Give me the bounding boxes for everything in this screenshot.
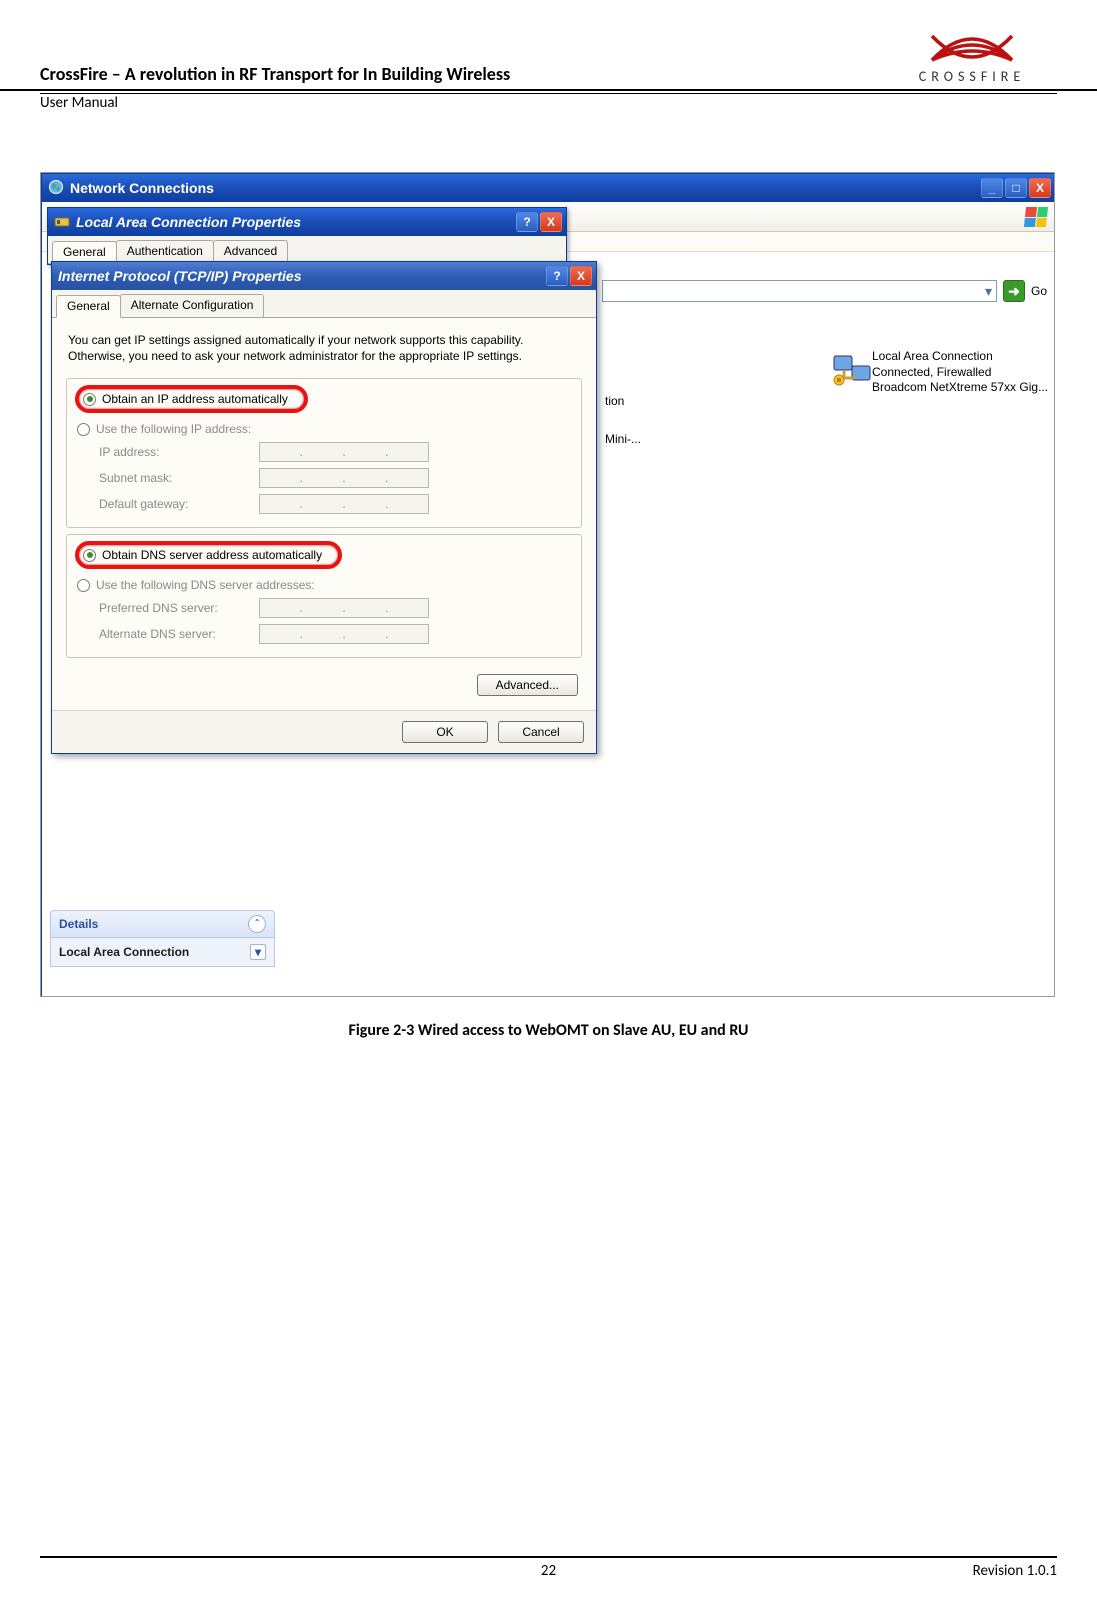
subheader-line: User Manual [40, 93, 1057, 112]
radio-obtain-ip-label: Obtain an IP address automatically [102, 392, 288, 406]
radio-obtain-dns[interactable]: Obtain DNS server address automatically [81, 545, 324, 565]
close-button[interactable]: X [570, 266, 592, 286]
tcpip-body: You can get IP settings assigned automat… [52, 318, 596, 710]
help-button[interactable]: ? [546, 266, 568, 286]
go-button[interactable]: ➜ [1003, 280, 1025, 302]
radio-use-ip[interactable]: Use the following IP address: [75, 419, 573, 439]
ip-address-input: ... [259, 442, 429, 462]
lacp-tabstrip: General Authentication Advanced [48, 236, 566, 264]
peek-text-2: Mini-... [605, 432, 641, 446]
lacp-window: Local Area Connection Properties ? X Gen… [47, 207, 567, 265]
tcpip-footer: OK Cancel [52, 710, 596, 753]
collapse-icon[interactable]: ˆ [248, 915, 266, 933]
gateway-input: ... [259, 494, 429, 514]
nic-icon [54, 213, 70, 232]
ip-address-row: IP address: ... [75, 439, 573, 465]
tab-alternate-config[interactable]: Alternate Configuration [120, 294, 265, 317]
lan-adapter-info[interactable]: Local Area Connection Connected, Firewal… [872, 349, 1055, 396]
ok-button[interactable]: OK [402, 721, 488, 743]
lacp-titlebar[interactable]: Local Area Connection Properties ? X [48, 208, 566, 236]
tab-general[interactable]: General [56, 295, 121, 318]
peek-text-1: tion [605, 394, 624, 408]
tcpip-tabstrip: General Alternate Configuration [52, 290, 596, 318]
network-connections-titlebar[interactable]: Network Connections _ □ X [42, 174, 1055, 202]
radio-icon [83, 393, 96, 406]
alt-dns-row: Alternate DNS server: ... [75, 621, 573, 647]
radio-obtain-dns-label: Obtain DNS server address automatically [102, 548, 322, 562]
tab-advanced[interactable]: Advanced [213, 240, 288, 263]
address-dropdown[interactable]: ▾ [602, 280, 997, 302]
help-button[interactable]: ? [516, 212, 538, 232]
tcpip-title: Internet Protocol (TCP/IP) Properties [58, 268, 301, 284]
pref-dns-label: Preferred DNS server: [99, 601, 259, 615]
adapter-status: Connected, Firewalled [872, 365, 1055, 381]
tcpip-description: You can get IP settings assigned automat… [68, 332, 580, 364]
radio-obtain-ip[interactable]: Obtain an IP address automatically [81, 389, 290, 409]
page-number: 22 [40, 1562, 1057, 1580]
minimize-button[interactable]: _ [981, 178, 1003, 198]
page-footer: 22 Revision 1.0.1 [40, 1556, 1057, 1580]
doc-title: CrossFire – A revolution in RF Transport… [40, 63, 887, 85]
alt-dns-label: Alternate DNS server: [99, 627, 259, 641]
gateway-label: Default gateway: [99, 497, 259, 511]
radio-use-dns[interactable]: Use the following DNS server addresses: [75, 575, 573, 595]
maximize-button[interactable]: □ [1005, 178, 1027, 198]
subnet-input: ... [259, 468, 429, 488]
gateway-row: Default gateway: ... [75, 491, 573, 517]
details-lac-label: Local Area Connection [59, 945, 189, 959]
radio-icon [77, 579, 90, 592]
pref-dns-input: ... [259, 598, 429, 618]
crossfire-logo-text: CROSSFIRE [887, 68, 1057, 85]
windows-flag-icon [1025, 207, 1047, 227]
address-bar-area: ▾ ➜ Go [602, 280, 1047, 302]
crossfire-logo-icon [887, 30, 1057, 64]
pref-dns-row: Preferred DNS server: ... [75, 595, 573, 621]
adapter-name: Local Area Connection [872, 349, 1055, 365]
ip-group: Obtain an IP address automatically Use t… [66, 378, 582, 528]
user-manual-label: User Manual [40, 94, 118, 112]
radio-use-dns-label: Use the following DNS server addresses: [96, 578, 315, 592]
lan-adapter-icon [832, 352, 868, 386]
close-button[interactable]: X [1029, 178, 1051, 198]
ip-address-label: IP address: [99, 445, 259, 459]
tcpip-titlebar[interactable]: Internet Protocol (TCP/IP) Properties ? … [52, 262, 596, 290]
advanced-row: Advanced... [66, 674, 578, 696]
lacp-title: Local Area Connection Properties [76, 214, 301, 230]
tcpip-window: Internet Protocol (TCP/IP) Properties ? … [51, 261, 597, 754]
go-label: Go [1031, 284, 1047, 298]
details-label: Details [59, 917, 98, 931]
tab-authentication[interactable]: Authentication [116, 240, 214, 263]
arrow-right-icon: ➜ [1008, 283, 1020, 300]
crossfire-logo: CROSSFIRE [887, 30, 1057, 85]
highlight-obtain-dns: Obtain DNS server address automatically [75, 541, 342, 569]
subnet-row: Subnet mask: ... [75, 465, 573, 491]
chevron-down-icon: ▾ [985, 283, 992, 300]
radio-icon [77, 423, 90, 436]
task-pane-details: Details ˆ Local Area Connection ▾ [50, 910, 275, 967]
subnet-label: Subnet mask: [99, 471, 259, 485]
header-titles: CrossFire – A revolution in RF Transport… [40, 63, 887, 85]
cancel-button[interactable]: Cancel [498, 721, 584, 743]
details-lac-row[interactable]: Local Area Connection ▾ [50, 938, 275, 967]
highlight-obtain-ip: Obtain an IP address automatically [75, 385, 308, 413]
advanced-button[interactable]: Advanced... [477, 674, 578, 696]
radio-use-ip-label: Use the following IP address: [96, 422, 251, 436]
dns-group: Obtain DNS server address automatically … [66, 534, 582, 658]
alt-dns-input: ... [259, 624, 429, 644]
screenshot-figure: Network Connections _ □ X ▾ ➜ Go [40, 172, 1055, 997]
page-header: CrossFire – A revolution in RF Transport… [0, 0, 1097, 91]
close-button[interactable]: X [540, 212, 562, 232]
figure-caption: Figure 2-3 Wired access to WebOMT on Sla… [0, 1021, 1097, 1040]
network-connections-title: Network Connections [70, 180, 214, 196]
details-header[interactable]: Details ˆ [50, 910, 275, 938]
globe-icon [48, 179, 64, 198]
adapter-device: Broadcom NetXtreme 57xx Gig... [872, 380, 1055, 396]
radio-icon [83, 549, 96, 562]
chevron-down-icon: ▾ [250, 944, 266, 960]
